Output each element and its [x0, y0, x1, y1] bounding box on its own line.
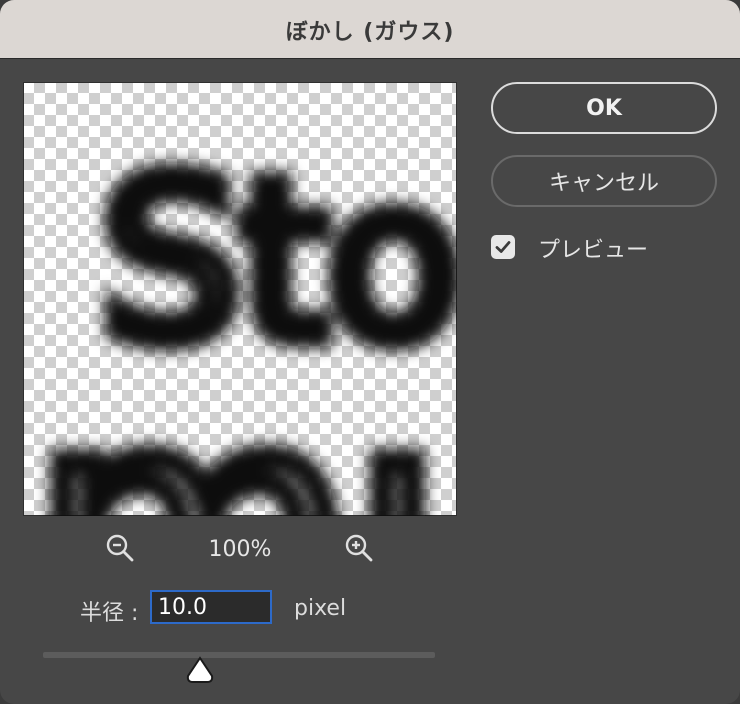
- zoom-level: 100%: [208, 537, 272, 562]
- title-bar[interactable]: ぼかし (ガウス): [0, 0, 740, 59]
- gaussian-blur-dialog: ぼかし (ガウス) Sto mu 100%: [0, 0, 740, 704]
- zoom-in-icon[interactable]: [343, 532, 375, 564]
- radius-slider-thumb[interactable]: [185, 656, 215, 684]
- dialog-title: ぼかし (ガウス): [285, 20, 455, 45]
- radius-unit-label: pixel: [294, 596, 347, 621]
- zoom-out-icon[interactable]: [104, 532, 136, 564]
- preview-checkbox[interactable]: [491, 235, 515, 259]
- ok-button[interactable]: OK: [491, 82, 717, 134]
- blurred-text-preview: Sto mu: [23, 122, 457, 516]
- preview-canvas[interactable]: Sto mu: [23, 82, 457, 516]
- checkmark-icon: [495, 241, 511, 253]
- radius-input[interactable]: [150, 590, 272, 624]
- blurred-text-line-2: mu: [33, 336, 457, 516]
- radius-label: 半径 :: [80, 601, 139, 626]
- radius-slider-track[interactable]: [43, 652, 435, 658]
- cancel-button[interactable]: キャンセル: [491, 155, 717, 207]
- preview-checkbox-label[interactable]: プレビュー: [538, 232, 648, 264]
